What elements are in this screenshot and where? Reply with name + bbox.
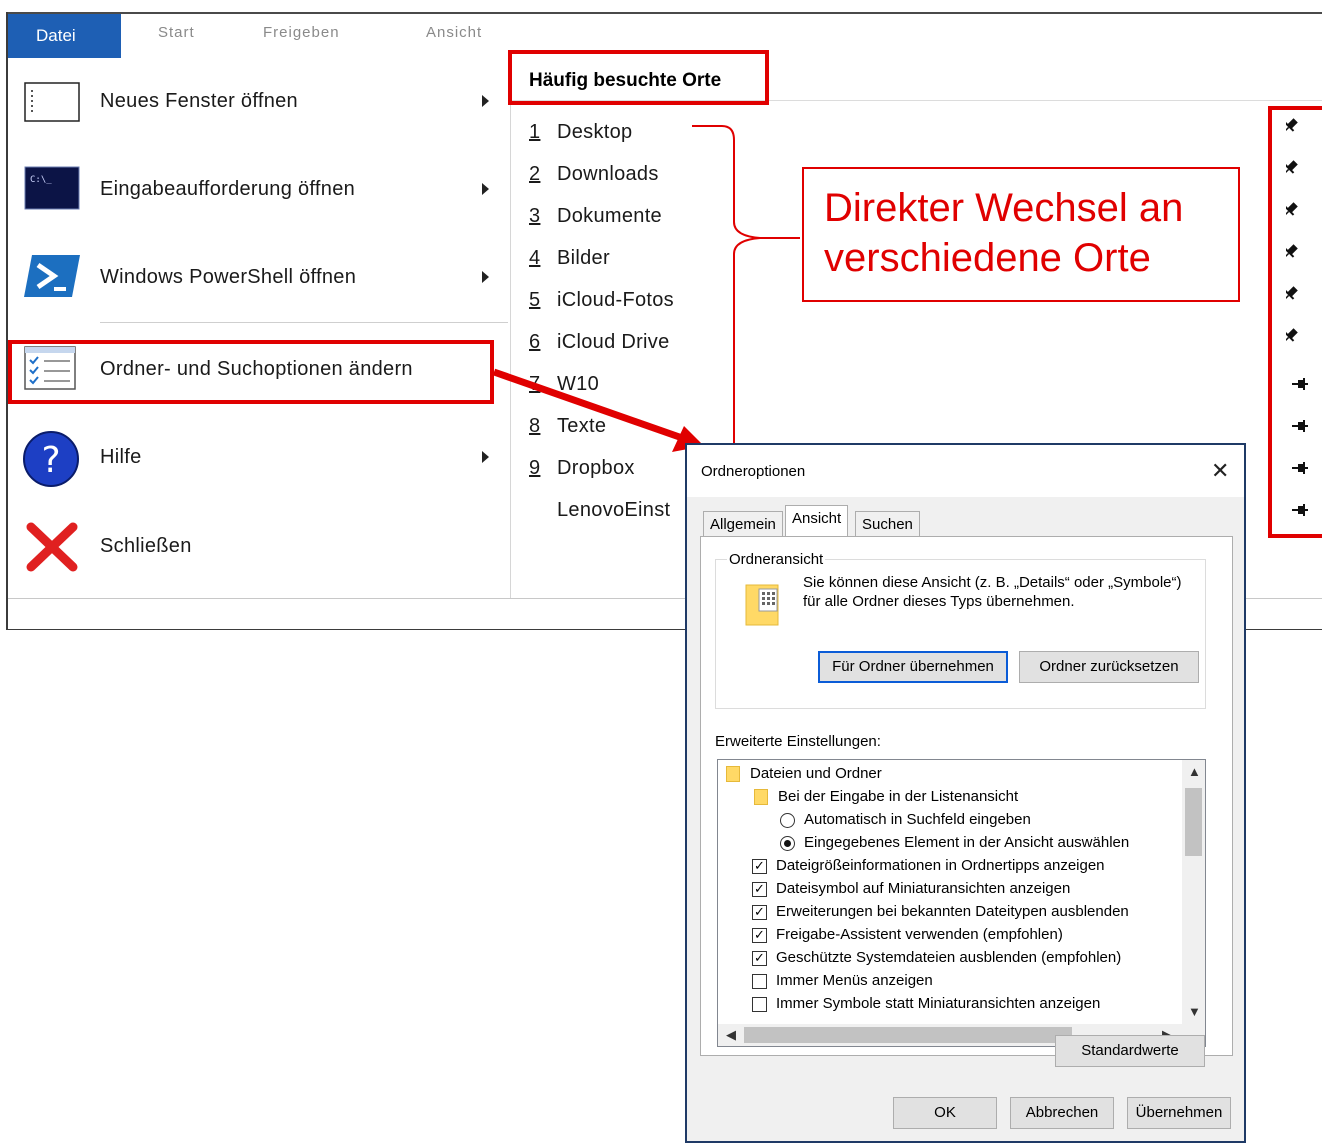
- vertical-scrollbar[interactable]: ▲ ▼: [1182, 760, 1205, 1024]
- checkbox-checked[interactable]: ✓: [752, 882, 767, 897]
- close-icon[interactable]: ✕: [1211, 458, 1229, 484]
- callout-annotation: Direkter Wechsel an verschiedene Orte: [802, 167, 1240, 302]
- tree-row-label: Dateisymbol auf Miniaturansichten anzeig…: [776, 880, 1071, 897]
- radio-button-on[interactable]: [780, 836, 795, 851]
- group-title: Ordneransicht: [727, 551, 826, 568]
- tab-allgemein[interactable]: Allgemein: [703, 511, 783, 536]
- scroll-thumb[interactable]: [1185, 788, 1202, 856]
- callout-line-2: verschiedene Orte: [824, 236, 1151, 280]
- tab-pane: Ordneransicht Sie können diese Ansicht (…: [700, 536, 1233, 1056]
- defaults-button[interactable]: Standardwerte: [1055, 1035, 1205, 1067]
- dialog-title: Ordneroptionen: [701, 463, 806, 480]
- checkbox-checked[interactable]: ✓: [752, 951, 767, 966]
- tree-row-label: Dateien und Ordner: [750, 765, 882, 782]
- tree-row-label: Immer Menüs anzeigen: [776, 972, 933, 989]
- radio-button-off[interactable]: [780, 813, 795, 828]
- dialog-titlebar: Ordneroptionen ✕: [687, 445, 1244, 497]
- tree-row-label: Eingegebenes Element in der Ansicht ausw…: [804, 834, 1130, 851]
- folder-icon: [726, 766, 740, 782]
- folder-icon: [754, 789, 768, 805]
- checkbox-checked[interactable]: ✓: [752, 859, 767, 874]
- apply-to-folders-button[interactable]: Für Ordner übernehmen: [818, 651, 1008, 683]
- tree-row-label: Freigabe-Assistent verwenden (empfohlen): [776, 926, 1063, 943]
- checkbox-unchecked[interactable]: [752, 974, 767, 989]
- scroll-down-icon[interactable]: ▼: [1188, 1004, 1201, 1019]
- callout-line-1: Direkter Wechsel an: [824, 186, 1184, 230]
- folder-view-icon: [745, 584, 779, 626]
- checkbox-checked[interactable]: ✓: [752, 905, 767, 920]
- tab-ansicht-active[interactable]: Ansicht: [785, 505, 849, 537]
- tree-row-label: Geschützte Systemdateien ausblenden (emp…: [776, 949, 1122, 966]
- tab-suchen[interactable]: Suchen: [855, 511, 920, 536]
- group-description: Sie können diese Ansicht (z. B. „Details…: [803, 574, 1182, 610]
- apply-button[interactable]: Übernehmen: [1127, 1097, 1231, 1129]
- tree-row-label: Bei der Eingabe in der Listenansicht: [778, 788, 1019, 805]
- folder-options-dialog: Ordneroptionen ✕ Allgemein Ansicht Suche…: [685, 443, 1246, 1143]
- bracket-annotation: [692, 125, 800, 462]
- scroll-up-icon[interactable]: ▲: [1188, 764, 1201, 779]
- ok-button[interactable]: OK: [893, 1097, 997, 1129]
- tree-row-label: Dateigrößeinformationen in Ordnertipps a…: [776, 857, 1105, 874]
- cancel-button[interactable]: Abbrechen: [1010, 1097, 1114, 1129]
- tree-row-label: Automatisch in Suchfeld eingeben: [804, 811, 1031, 828]
- advanced-settings-tree[interactable]: Dateien und Ordner Bei der Eingabe in de…: [717, 759, 1206, 1047]
- arrow-annotation: [492, 368, 690, 444]
- advanced-settings-label: Erweiterte Einstellungen:: [715, 733, 881, 750]
- tree-row-label: Immer Symbole statt Miniaturansichten an…: [776, 995, 1101, 1012]
- tree-row-label: Erweiterungen bei bekannten Dateitypen a…: [776, 903, 1129, 920]
- scroll-left-icon[interactable]: ◀: [726, 1027, 736, 1043]
- scroll-thumb[interactable]: [744, 1027, 1072, 1043]
- reset-folders-button[interactable]: Ordner zurücksetzen: [1019, 651, 1199, 683]
- checkbox-checked[interactable]: ✓: [752, 928, 767, 943]
- checkbox-unchecked[interactable]: [752, 997, 767, 1012]
